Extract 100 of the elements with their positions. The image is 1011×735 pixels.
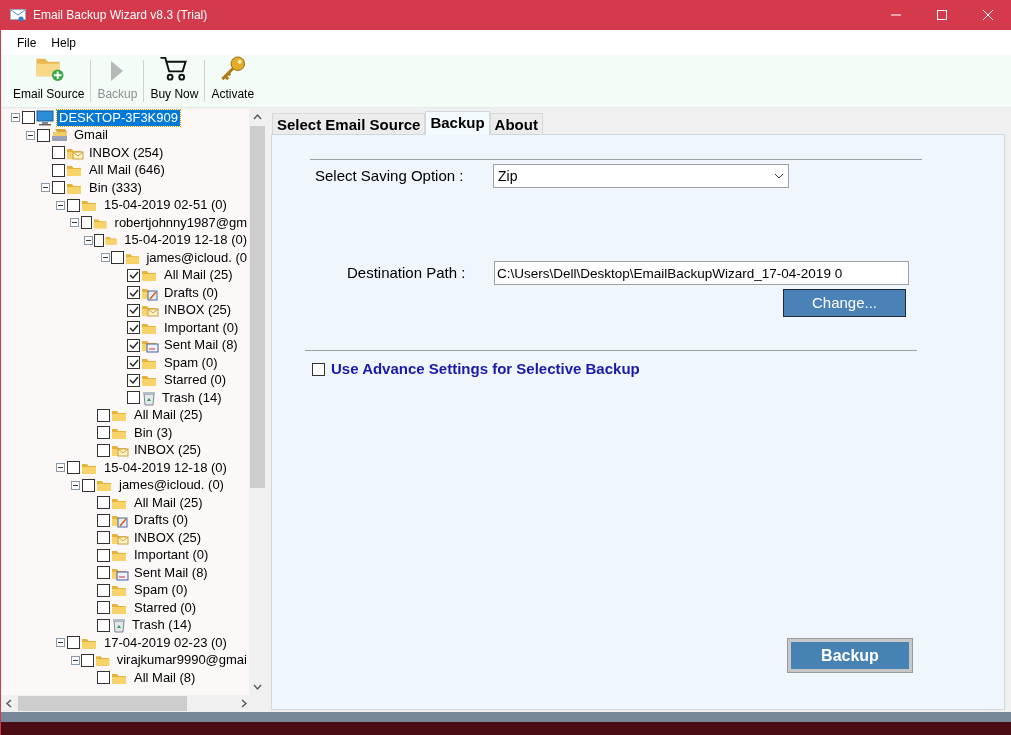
tree-item[interactable]: Sent Mail (8) — [132, 564, 210, 581]
tree-item[interactable]: 15-04-2019 12-18 (0) — [122, 232, 249, 249]
collapse-icon[interactable] — [71, 480, 80, 490]
tree-checkbox[interactable] — [97, 443, 110, 457]
tree-item[interactable]: 17-04-2019 02-23 (0) — [102, 634, 229, 651]
tree-checkbox[interactable] — [127, 286, 140, 300]
tab[interactable]: Backup — [425, 111, 490, 135]
tree-checkbox[interactable] — [52, 163, 65, 177]
collapse-icon[interactable] — [56, 638, 65, 648]
tree-checkbox[interactable] — [80, 216, 93, 230]
tree-checkbox[interactable] — [52, 181, 65, 195]
tree-item[interactable]: Bin (3) — [132, 424, 175, 441]
collapse-icon[interactable] — [26, 130, 35, 140]
collapse-icon[interactable] — [100, 253, 110, 263]
tree-checkbox[interactable] — [127, 268, 140, 282]
tree-checkbox[interactable] — [97, 513, 110, 527]
advance-settings-checkbox[interactable] — [312, 362, 325, 376]
tree-checkbox[interactable] — [97, 496, 110, 510]
scroll-right-icon[interactable] — [239, 699, 248, 708]
tree-item[interactable]: Important (0) — [162, 319, 241, 336]
cart-icon — [159, 55, 190, 82]
tree-checkbox[interactable] — [97, 426, 110, 440]
tree-checkbox[interactable] — [127, 303, 140, 317]
computer-icon — [36, 109, 54, 126]
tree-item[interactable]: james@icloud. (0 — [144, 249, 249, 266]
tree-checkbox[interactable] — [93, 233, 105, 247]
tree-item[interactable]: All Mail (25) — [132, 494, 205, 511]
tree-checkbox[interactable] — [97, 408, 110, 422]
tree-checkbox[interactable] — [97, 583, 110, 597]
destination-label: Destination Path : — [347, 262, 467, 283]
tree-item[interactable]: Bin (333) — [87, 179, 144, 196]
toolbar-button[interactable]: Email Source — [7, 55, 91, 107]
tree-item[interactable]: Important (0) — [132, 547, 211, 564]
tree-item[interactable]: Gmail — [72, 127, 110, 144]
tree-item[interactable]: Drafts (0) — [162, 284, 221, 301]
toolbar-button[interactable]: Buy Now — [144, 55, 205, 107]
change-button[interactable]: Change... — [783, 289, 906, 317]
tree-item[interactable]: Starred (0) — [162, 372, 229, 389]
tree-checkbox[interactable] — [97, 531, 110, 545]
tree-checkbox[interactable] — [81, 653, 94, 667]
tree-item[interactable]: Drafts (0) — [132, 512, 191, 529]
tree-checkbox[interactable] — [97, 671, 110, 685]
backup-button[interactable]: Backup — [788, 639, 912, 672]
menu-item[interactable]: Help — [44, 33, 84, 52]
tree-item[interactable]: Spam (0) — [132, 582, 190, 599]
scroll-left-icon[interactable] — [5, 699, 14, 708]
tree-item[interactable]: INBOX (254) — [87, 144, 166, 161]
tree-checkbox[interactable] — [22, 111, 35, 125]
saving-option-dropdown[interactable]: Zip — [493, 164, 789, 188]
tree-item[interactable]: 15-04-2019 12-18 (0) — [102, 459, 229, 476]
play-icon — [110, 60, 125, 82]
tree-checkbox[interactable] — [127, 321, 140, 335]
tree-item[interactable]: Sent Mail (8) — [162, 337, 240, 354]
tree-checkbox[interactable] — [67, 636, 80, 650]
tree-checkbox[interactable] — [127, 356, 140, 370]
tree-item[interactable]: 15-04-2019 02-51 (0) — [102, 197, 229, 214]
envelope-icon — [10, 8, 26, 22]
tree-item[interactable]: virajkumar9990@gmai — [114, 652, 249, 669]
tree-item[interactable]: DESKTOP-3F3K909 — [57, 109, 180, 126]
trash-icon — [111, 617, 127, 634]
advance-settings-label[interactable]: Use Advance Settings for Selective Backup — [331, 358, 640, 381]
tree-item[interactable]: All Mail (646) — [87, 162, 167, 179]
tree-checkbox[interactable] — [97, 548, 110, 562]
tab[interactable]: Select Email Source — [272, 113, 426, 134]
tree-checkbox[interactable] — [97, 566, 110, 580]
tree-item[interactable]: INBOX (25) — [132, 442, 204, 459]
tree-item[interactable]: INBOX (25) — [132, 529, 204, 546]
tab[interactable]: About — [489, 113, 543, 134]
tree-checkbox[interactable] — [127, 373, 140, 387]
tree-checkbox[interactable] — [111, 251, 124, 265]
tree-item[interactable]: Trash (14) — [160, 389, 224, 406]
collapse-icon[interactable] — [84, 235, 94, 245]
tree-item[interactable]: robertjohnny1987@gm — [112, 214, 249, 231]
tree-checkbox[interactable] — [97, 618, 110, 632]
tree-item[interactable]: Trash (14) — [130, 617, 194, 634]
tree-item[interactable]: Spam (0) — [162, 354, 220, 371]
tree-checkbox[interactable] — [127, 391, 140, 405]
collapse-icon[interactable] — [70, 218, 80, 228]
tree-item[interactable]: All Mail (25) — [132, 407, 205, 424]
tree-item[interactable]: INBOX (25) — [162, 302, 234, 319]
tree-item[interactable]: Starred (0) — [132, 599, 199, 616]
tree-checkbox[interactable] — [127, 338, 140, 352]
collapse-icon[interactable] — [56, 200, 65, 210]
folder-stack-icon — [51, 127, 69, 144]
collapse-icon[interactable] — [56, 463, 65, 473]
tree-item[interactable]: james@icloud. (0) — [117, 477, 226, 494]
collapse-icon[interactable] — [41, 183, 50, 193]
tree-checkbox[interactable] — [67, 461, 80, 475]
toolbar-button[interactable]: Activate — [205, 55, 261, 107]
tree-item[interactable]: All Mail (25) — [162, 267, 235, 284]
menu-item[interactable]: File — [10, 33, 44, 52]
tree-checkbox[interactable] — [67, 198, 80, 212]
tree-checkbox[interactable] — [37, 128, 50, 142]
tree-item[interactable]: All Mail (8) — [132, 669, 198, 686]
tree-checkbox[interactable] — [97, 601, 110, 615]
collapse-icon[interactable] — [11, 113, 20, 123]
collapse-icon[interactable] — [70, 655, 80, 665]
destination-field[interactable]: C:\Users\Dell\Desktop\EmailBackupWizard_17-04-2019 0 — [494, 261, 909, 285]
tree-checkbox[interactable] — [52, 146, 65, 160]
tree-checkbox[interactable] — [82, 478, 95, 492]
